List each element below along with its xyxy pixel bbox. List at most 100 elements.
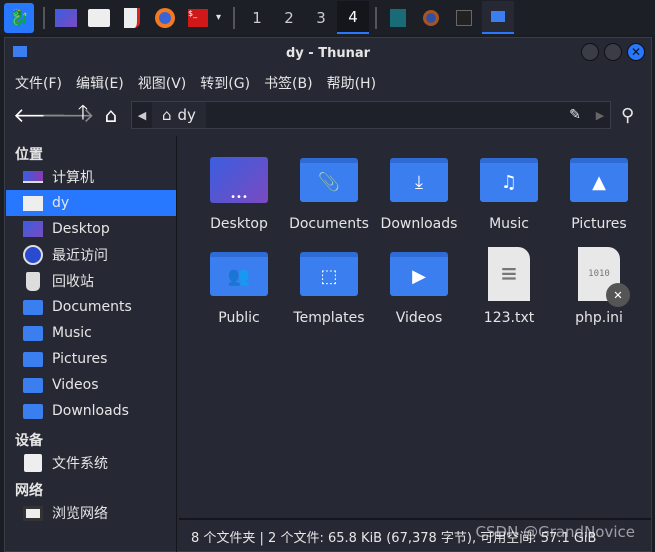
sidebar-item-label: 回收站 xyxy=(52,274,94,290)
sidebar-item-folder-documents[interactable]: Documents xyxy=(6,294,176,320)
menu-go[interactable]: 转到(G) xyxy=(200,73,250,93)
sidebar-item-computer[interactable]: 计算机 xyxy=(6,164,176,190)
terminal-launcher[interactable]: $_ xyxy=(183,3,213,33)
drive-icon xyxy=(22,454,44,472)
file-item[interactable]: ⬚ Templates xyxy=(284,244,374,326)
desktop-icon: ••• xyxy=(209,150,269,210)
file-item[interactable]: ▲ Pictures xyxy=(554,150,644,232)
text-editor-launcher[interactable] xyxy=(117,3,147,33)
file-name: Templates xyxy=(293,310,365,326)
kali-menu-button[interactable]: 🐉 xyxy=(4,2,34,33)
sidebar-item-home-folder[interactable]: dy xyxy=(6,190,176,216)
taskbar-window-app[interactable] xyxy=(383,3,413,33)
file-item[interactable]: ⤓ Downloads xyxy=(374,150,464,232)
menu-view[interactable]: 视图(V) xyxy=(138,73,187,93)
file-item[interactable]: 👥 Public xyxy=(194,244,284,326)
sidebar-item-desktop[interactable]: Desktop xyxy=(6,216,176,242)
sidebar-item-folder-downloads[interactable]: Downloads xyxy=(6,398,176,424)
file-name: Music xyxy=(489,216,529,232)
chevron-down-icon[interactable]: ▾ xyxy=(216,12,221,23)
sidebar-item-drive[interactable]: 文件系统 xyxy=(6,450,176,476)
file-item[interactable]: ••• Desktop xyxy=(194,150,284,232)
taskbar: 🐉 $_ ▾ 1 2 3 4 xyxy=(0,0,655,35)
toolbar: 🡐 🡒 🡑 ⌂ ◀ ⌂ dy ✎ ▶ ⚲ xyxy=(5,98,651,132)
app-icon xyxy=(390,8,407,27)
folder-icon: 📎 xyxy=(299,150,359,210)
file-item[interactable]: 📎 Documents xyxy=(284,150,374,232)
menu-bar: 文件(F) 编辑(E) 视图(V) 转到(G) 书签(B) 帮助(H) xyxy=(5,68,651,98)
sidebar-header-network: 网络 xyxy=(15,483,43,499)
file-name: 123.txt xyxy=(483,310,535,326)
path-scroll-left-button[interactable]: ◀ xyxy=(132,109,152,122)
workspace-4[interactable]: 4 xyxy=(337,1,370,34)
close-icon: ✕ xyxy=(630,45,642,59)
sidebar-item-trash[interactable]: 回收站 xyxy=(6,268,176,294)
text-editor-icon xyxy=(124,7,140,28)
sidebar-item-network[interactable]: 浏览网络 xyxy=(6,500,176,526)
workspace-3[interactable]: 3 xyxy=(305,1,337,34)
firefox-icon xyxy=(423,9,440,26)
home-folder-icon xyxy=(22,194,44,212)
file-name: Documents xyxy=(289,216,369,232)
taskbar-window-firefox[interactable] xyxy=(416,3,446,33)
desktop-icon xyxy=(22,220,44,238)
workspace-2[interactable]: 2 xyxy=(273,1,305,34)
forward-button[interactable]: 🡒 xyxy=(41,103,95,127)
menu-bookmarks[interactable]: 书签(B) xyxy=(264,73,313,93)
file-item[interactable]: 1010 ✕ php.ini xyxy=(554,244,644,326)
taskbar-window-terminal[interactable] xyxy=(449,3,479,33)
sidebar-item-label: 浏览网络 xyxy=(52,506,108,522)
folder-music-icon xyxy=(22,324,44,342)
firefox-launcher[interactable] xyxy=(150,3,180,33)
sidebar-item-label: 最近访问 xyxy=(52,248,108,264)
edit-location-button[interactable]: ✎ xyxy=(560,107,590,123)
path-scroll-right-button[interactable]: ▶ xyxy=(590,109,610,122)
file-item[interactable]: ≡ 123.txt xyxy=(464,244,554,326)
sidebar-header-places: 位置 xyxy=(15,147,43,163)
home-icon: ⌂ xyxy=(162,106,172,124)
file-name: Pictures xyxy=(571,216,627,232)
folder-pictures-icon xyxy=(22,350,44,368)
close-button[interactable]: ✕ xyxy=(627,43,645,61)
sidebar-item-label: Downloads xyxy=(52,403,129,419)
folder-videos-icon xyxy=(22,376,44,394)
folder-icon: ⤓ xyxy=(389,150,449,210)
up-button[interactable]: 🡑 xyxy=(69,98,97,132)
sidebar-item-folder-music[interactable]: Music xyxy=(6,320,176,346)
folder-icon: ♫ xyxy=(479,150,539,210)
file-name: Downloads xyxy=(380,216,458,232)
breadcrumb-label: dy xyxy=(177,106,196,124)
divider xyxy=(375,6,378,29)
show-desktop-button[interactable] xyxy=(51,3,81,33)
sidebar-item-recent[interactable]: 最近访问 xyxy=(6,242,176,268)
sidebar-item-label: Documents xyxy=(52,299,132,315)
sidebar-item-folder-pictures[interactable]: Pictures xyxy=(6,346,176,372)
taskbar-window-thunar[interactable] xyxy=(482,1,515,34)
watermark: CSDN @GrandNovice xyxy=(475,523,635,541)
kali-dragon-icon: 🐉 xyxy=(9,8,29,27)
sidebar: 位置 计算机 dy Desktop 最近访问回收站 Documents Music Pict… xyxy=(6,136,177,552)
computer-icon xyxy=(22,168,44,186)
search-button[interactable]: ⚲ xyxy=(621,105,634,126)
back-button[interactable]: 🡐 xyxy=(13,103,67,127)
workspace-1[interactable]: 1 xyxy=(241,1,273,34)
file-manager-launcher[interactable] xyxy=(84,3,114,33)
home-button[interactable]: ⌂ xyxy=(97,103,125,127)
title-bar[interactable]: dy - Thunar ✕ xyxy=(5,38,651,68)
file-item[interactable]: ▶ Videos xyxy=(374,244,464,326)
file-item[interactable]: ♫ Music xyxy=(464,150,554,232)
desktop-icon xyxy=(55,8,77,27)
sidebar-item-folder-videos[interactable]: Videos xyxy=(6,372,176,398)
menu-help[interactable]: 帮助(H) xyxy=(327,73,376,93)
menu-file[interactable]: 文件(F) xyxy=(15,73,62,93)
sidebar-item-label: 文件系统 xyxy=(52,456,108,472)
minimize-button[interactable] xyxy=(581,43,599,61)
broken-link-icon: ✕ xyxy=(606,283,630,307)
menu-edit[interactable]: 编辑(E) xyxy=(76,73,124,93)
folder-documents-icon xyxy=(22,298,44,316)
breadcrumb-dy[interactable]: ⌂ dy xyxy=(152,102,206,128)
file-view[interactable]: ••• Desktop 📎 Documents ⤓ Downloads ♫ Music ▲ Pic… xyxy=(179,136,651,516)
maximize-button[interactable] xyxy=(604,43,622,61)
file-name: Desktop xyxy=(210,216,268,232)
window-title: dy - Thunar xyxy=(285,45,371,61)
